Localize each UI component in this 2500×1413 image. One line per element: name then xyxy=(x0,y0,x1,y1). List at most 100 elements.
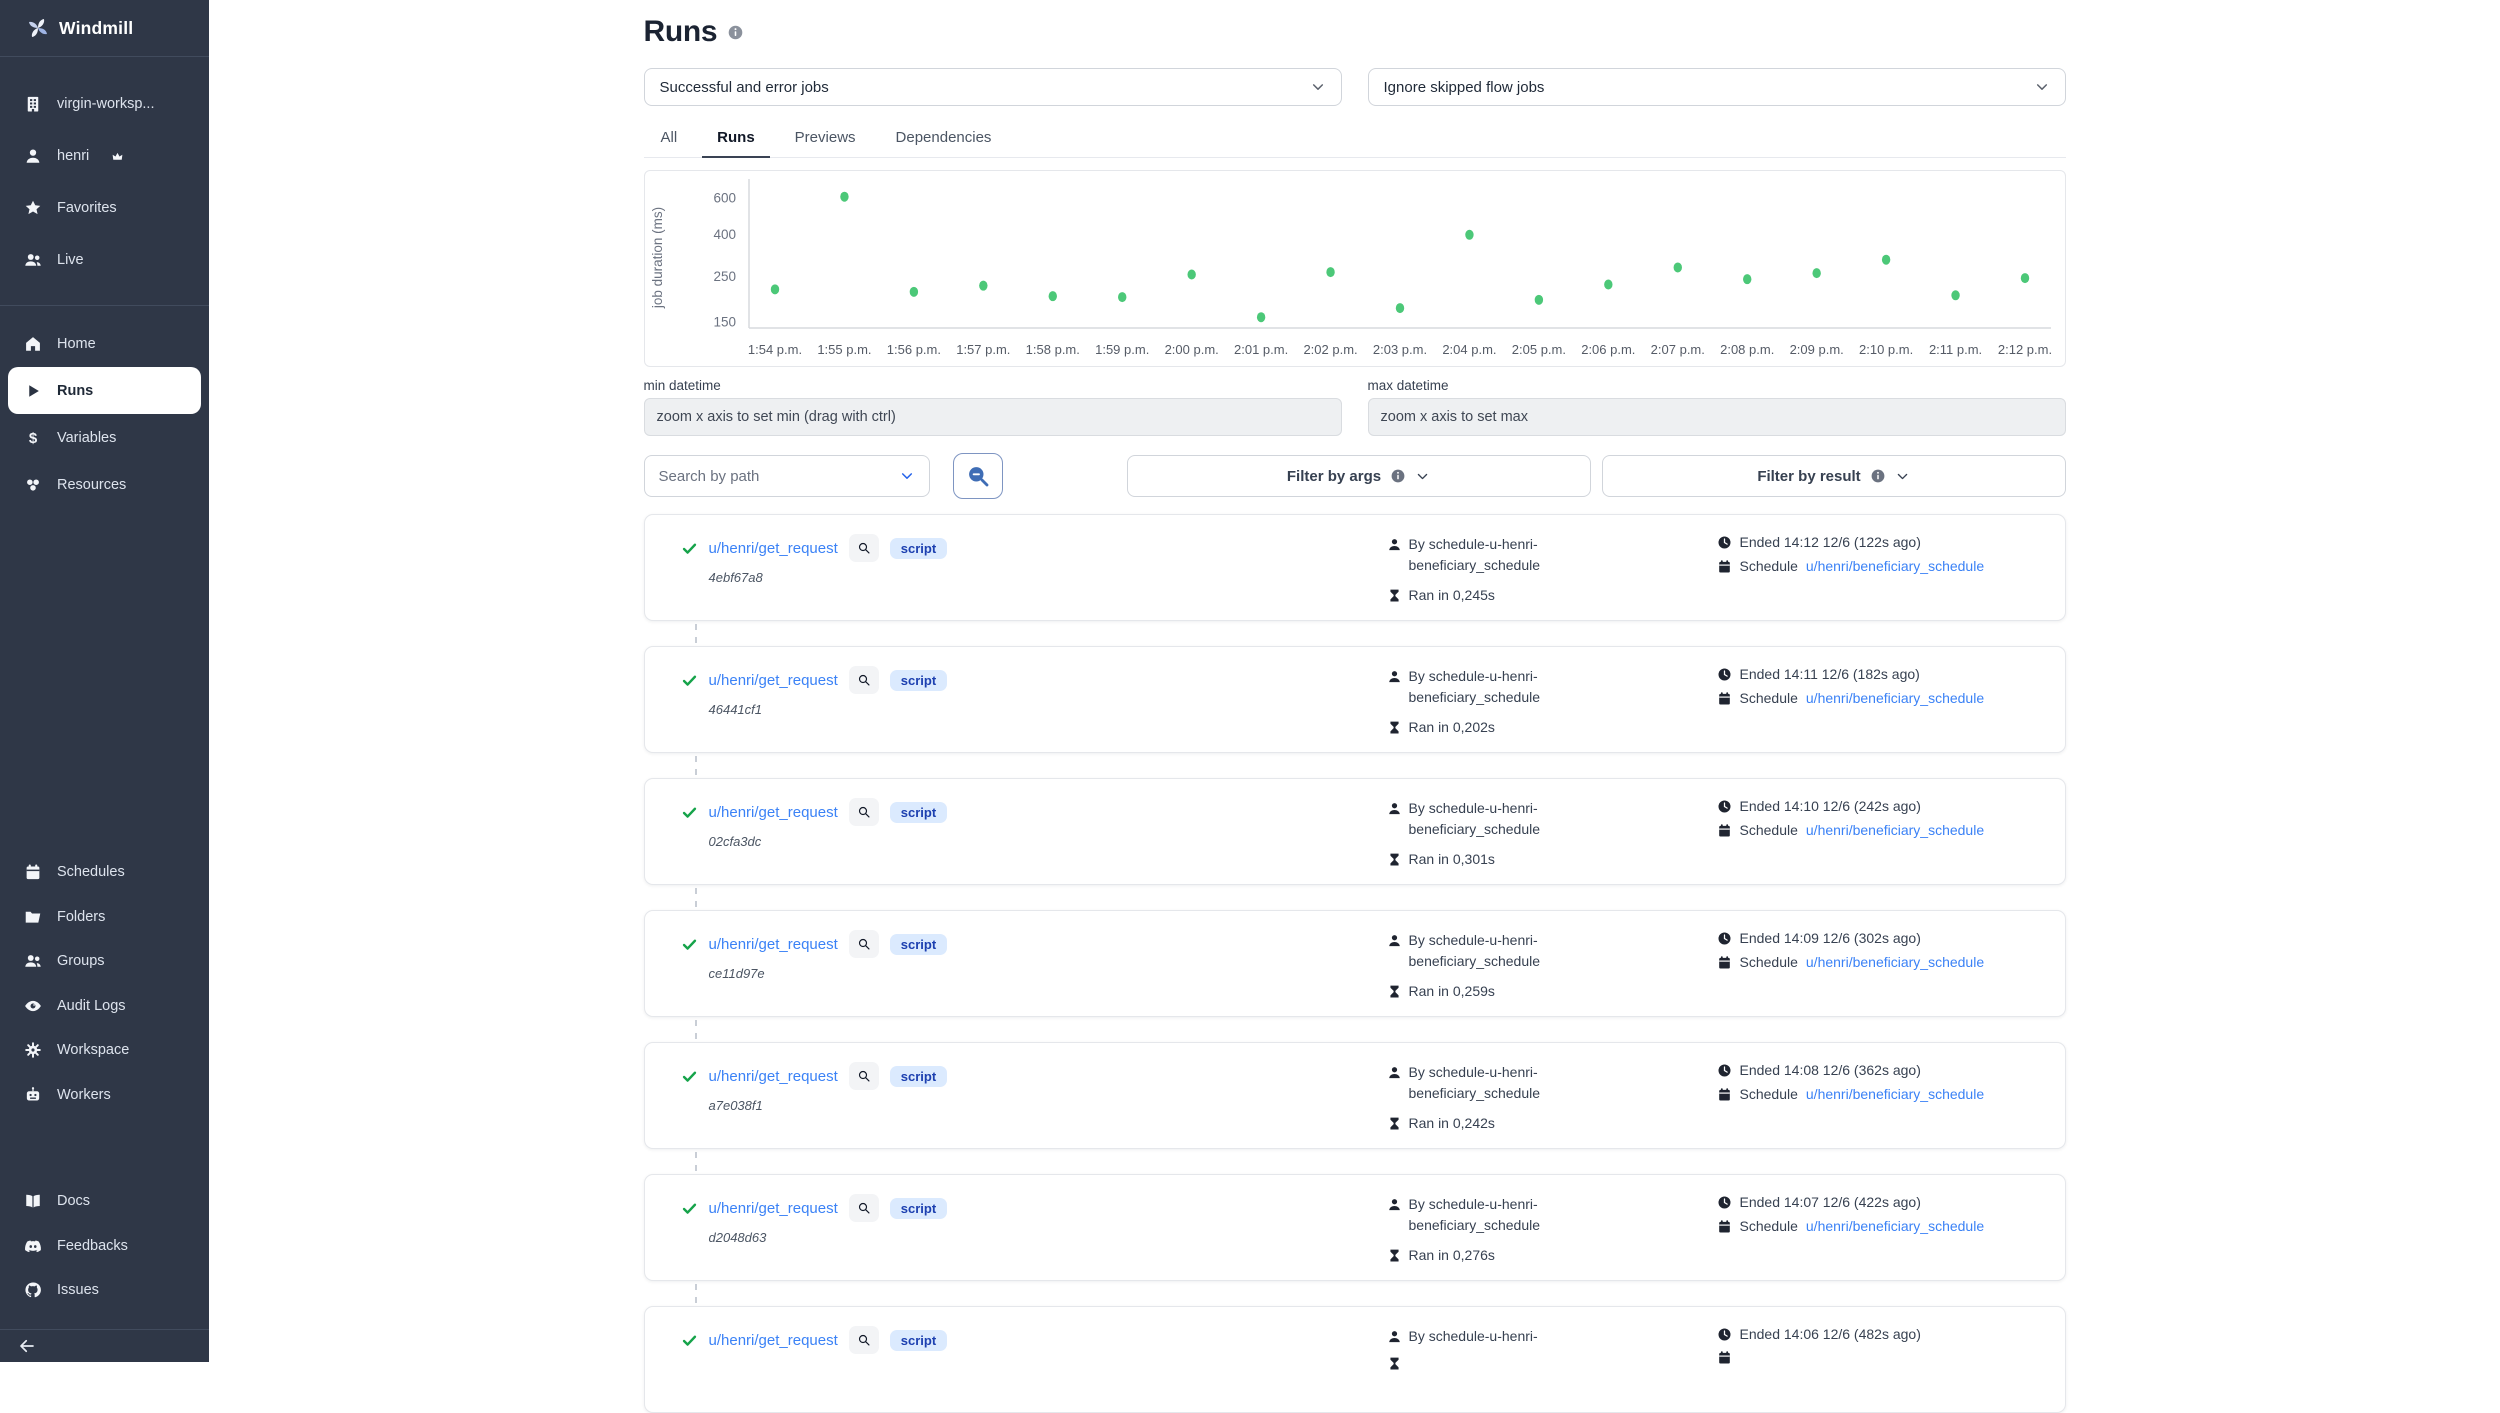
sidebar-item-feedbacks[interactable]: Feedbacks xyxy=(8,1224,201,1269)
run-duration: Ran in 0,259s xyxy=(1409,981,1495,1002)
ended-at: Ended 14:06 12/6 (482s ago) xyxy=(1740,1326,1921,1342)
zoom-out-button[interactable] xyxy=(953,453,1003,499)
sidebar-item-home[interactable]: Home xyxy=(8,320,201,367)
runs-list: u/henri/get_request script 4ebf67a8 By s… xyxy=(644,514,2066,1413)
schedule-path-link[interactable]: u/henri/beneficiary_schedule xyxy=(1806,558,1984,574)
cubes-icon xyxy=(24,476,42,494)
run-card[interactable]: u/henri/get_request script 46441cf1 By s… xyxy=(644,646,2066,753)
schedule-path-link[interactable]: u/henri/beneficiary_schedule xyxy=(1806,690,1984,706)
svg-text:2:01 p.m.: 2:01 p.m. xyxy=(1234,342,1288,357)
inspect-run-button[interactable] xyxy=(849,534,879,562)
sidebar-item-docs[interactable]: Docs xyxy=(8,1179,201,1224)
success-check-icon xyxy=(681,1200,698,1217)
job-kind-badge: script xyxy=(890,934,947,955)
job-kind-select[interactable]: Successful and error jobs xyxy=(644,68,1342,106)
tabs: All Runs Previews Dependencies xyxy=(644,120,2066,158)
book-icon xyxy=(24,1192,42,1210)
run-path-link[interactable]: u/henri/get_request xyxy=(709,804,838,821)
home-icon xyxy=(24,335,42,353)
run-card[interactable]: u/henri/get_request script 4ebf67a8 By s… xyxy=(644,514,2066,621)
run-card[interactable]: u/henri/get_request script a7e038f1 By s… xyxy=(644,1042,2066,1149)
svg-text:job duration (ms): job duration (ms) xyxy=(650,207,665,309)
schedule-path-link[interactable]: u/henri/beneficiary_schedule xyxy=(1806,1086,1984,1102)
sidebar-item-workspace-settings[interactable]: Workspace xyxy=(8,1028,201,1073)
sidebar-item-issues[interactable]: Issues xyxy=(8,1268,201,1313)
triggered-by-schedule: beneficiary_schedule xyxy=(1409,1083,1717,1104)
sidebar-item-groups[interactable]: Groups xyxy=(8,939,201,984)
svg-text:2:12 p.m.: 2:12 p.m. xyxy=(1997,342,2051,357)
sidebar-item-schedules[interactable]: Schedules xyxy=(8,850,201,895)
inspect-run-button[interactable] xyxy=(849,1326,879,1354)
inspect-run-button[interactable] xyxy=(849,930,879,958)
schedule-label: Schedule xyxy=(1740,954,1798,970)
clock-icon xyxy=(1717,667,1732,682)
arrow-left-icon xyxy=(18,1337,36,1355)
run-path-link[interactable]: u/henri/get_request xyxy=(709,936,838,953)
row-connector xyxy=(644,753,2066,778)
run-card[interactable]: u/henri/get_request script By schedule-u… xyxy=(644,1306,2066,1413)
run-path-link[interactable]: u/henri/get_request xyxy=(709,1200,838,1217)
sidebar-item-workspace-switcher[interactable]: virgin-worksp... xyxy=(8,78,201,130)
svg-text:1:59 p.m.: 1:59 p.m. xyxy=(1095,342,1149,357)
tab-dependencies[interactable]: Dependencies xyxy=(881,120,1007,157)
flow-mode-select[interactable]: Ignore skipped flow jobs xyxy=(1368,68,2066,106)
run-path-link[interactable]: u/henri/get_request xyxy=(709,540,838,557)
row-connector xyxy=(644,1017,2066,1042)
run-card[interactable]: u/henri/get_request script ce11d97e By s… xyxy=(644,910,2066,1017)
calendar-icon xyxy=(1717,1087,1732,1102)
tab-runs[interactable]: Runs xyxy=(702,120,770,158)
search-icon xyxy=(857,805,871,819)
schedule-path-link[interactable]: u/henri/beneficiary_schedule xyxy=(1806,822,1984,838)
svg-text:250: 250 xyxy=(713,269,736,284)
inspect-run-button[interactable] xyxy=(849,1062,879,1090)
success-check-icon xyxy=(681,1068,698,1085)
run-path-link[interactable]: u/henri/get_request xyxy=(709,1332,838,1349)
search-icon xyxy=(857,937,871,951)
schedule-path-link[interactable]: u/henri/beneficiary_schedule xyxy=(1806,1218,1984,1234)
sidebar-item-user[interactable]: henri xyxy=(8,130,201,182)
duration-scatter-chart[interactable]: 150250400600job duration (ms)1:54 p.m.1:… xyxy=(644,170,2066,367)
sidebar-item-live[interactable]: Live xyxy=(8,234,201,286)
calendar-icon xyxy=(1717,1219,1732,1234)
tab-previews[interactable]: Previews xyxy=(780,120,871,157)
sidebar: Windmill virgin-worksp... henri Favorite… xyxy=(0,0,209,1362)
sidebar-item-resources[interactable]: Resources xyxy=(8,461,201,508)
hourglass-icon xyxy=(1387,1248,1402,1263)
run-card[interactable]: u/henri/get_request script d2048d63 By s… xyxy=(644,1174,2066,1281)
page-title: Runs xyxy=(644,15,718,49)
sidebar-item-folders[interactable]: Folders xyxy=(8,895,201,940)
inspect-run-button[interactable] xyxy=(849,798,879,826)
gear-icon xyxy=(24,1041,42,1059)
sidebar-item-favorites[interactable]: Favorites xyxy=(8,182,201,234)
min-datetime-input[interactable] xyxy=(644,398,1342,436)
inspect-run-button[interactable] xyxy=(849,666,879,694)
triggered-by: By schedule-u-henri- xyxy=(1409,798,1538,819)
schedule-path-link[interactable]: u/henri/beneficiary_schedule xyxy=(1806,954,1984,970)
inspect-run-button[interactable] xyxy=(849,1194,879,1222)
svg-text:1:56 p.m.: 1:56 p.m. xyxy=(886,342,940,357)
clock-icon xyxy=(1717,1195,1732,1210)
success-check-icon xyxy=(681,936,698,953)
sidebar-collapse[interactable] xyxy=(0,1329,209,1362)
info-icon xyxy=(727,24,744,41)
run-path-link[interactable]: u/henri/get_request xyxy=(709,672,838,689)
sidebar-item-variables[interactable]: Variables xyxy=(8,414,201,461)
success-check-icon xyxy=(681,540,698,557)
sidebar-item-runs[interactable]: Runs xyxy=(8,367,201,414)
max-datetime-input[interactable] xyxy=(1368,398,2066,436)
sidebar-item-workers[interactable]: Workers xyxy=(8,1073,201,1118)
star-icon xyxy=(24,199,42,217)
sidebar-item-audit-logs[interactable]: Audit Logs xyxy=(8,984,201,1029)
tab-all[interactable]: All xyxy=(646,120,693,157)
app-logo[interactable]: Windmill xyxy=(0,0,209,57)
run-hash: 02cfa3dc xyxy=(709,834,1387,849)
groups-icon xyxy=(24,952,42,970)
search-by-path-select[interactable]: Search by path xyxy=(644,455,930,497)
user-icon xyxy=(1387,801,1402,816)
svg-text:2:08 p.m.: 2:08 p.m. xyxy=(1720,342,1774,357)
app-brand: Windmill xyxy=(59,18,133,39)
filter-by-args-button[interactable]: Filter by args xyxy=(1127,455,1591,497)
run-card[interactable]: u/henri/get_request script 02cfa3dc By s… xyxy=(644,778,2066,885)
filter-by-result-button[interactable]: Filter by result xyxy=(1602,455,2066,497)
run-path-link[interactable]: u/henri/get_request xyxy=(709,1068,838,1085)
